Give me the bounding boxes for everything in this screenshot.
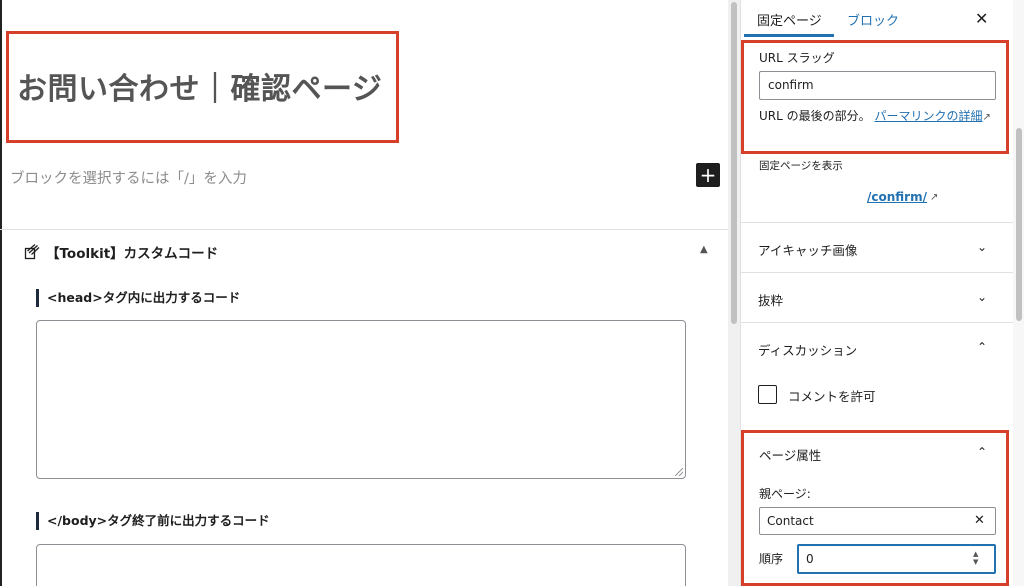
panel-excerpt[interactable]: 抜粋 ⌄ (741, 272, 1013, 322)
order-input[interactable]: 0 (797, 544, 996, 574)
url-slug-label: URL スラッグ (759, 51, 835, 65)
body-code-textarea[interactable] (36, 544, 686, 586)
external-link-icon: ↗ (982, 112, 991, 123)
page-title-highlight: お問い合わせ｜確認ページ (6, 31, 399, 143)
url-slug-help: URL の最後の部分。 パーマリンクの詳細↗ (759, 107, 999, 127)
sidebar-scrollbar-thumb[interactable] (1016, 128, 1022, 321)
panel-title: アイキャッチ画像 (758, 243, 858, 258)
meta-box-title: 【Toolkit】カスタムコード (46, 246, 219, 262)
settings-sidebar: 固定ページ ブロック ✕ URL スラッグ confirm URL の最後の部分… (740, 0, 1024, 586)
sidebar-scrollbar[interactable] (1013, 0, 1024, 586)
external-link-icon: ↗ (930, 192, 939, 203)
page-attributes-title[interactable]: ページ属性 (759, 445, 821, 464)
close-icon[interactable]: ✕ (975, 9, 988, 28)
page-attributes-section: ページ属性 ⌃ 親ページ: Contact ✕ 順序 0 ▲ ▼ (741, 430, 1009, 586)
active-tab-indicator (744, 34, 834, 37)
chevron-up-icon[interactable]: ⌃ (977, 340, 987, 354)
collapse-triangle-icon[interactable]: ▲ (700, 244, 708, 255)
chevron-down-icon[interactable]: ⌄ (977, 240, 987, 254)
plus-icon: + (699, 163, 717, 187)
tab-page[interactable]: 固定ページ (757, 10, 822, 29)
panel-title[interactable]: ディスカッション (758, 340, 857, 359)
toolkit-icon (24, 244, 40, 260)
editor-scrollbar[interactable] (728, 0, 740, 586)
allow-comments-label[interactable]: コメントを許可 (788, 386, 876, 405)
order-label: 順序 (759, 552, 784, 566)
chevron-down-icon[interactable]: ⌄ (977, 290, 987, 304)
allow-comments-checkbox[interactable] (758, 385, 777, 404)
view-page-link[interactable]: /confirm/ (867, 190, 927, 204)
clear-icon[interactable]: ✕ (974, 513, 985, 528)
parent-page-label: 親ページ: (759, 487, 811, 501)
head-code-label: <head>タグ内に出力するコード (36, 289, 240, 307)
tab-block[interactable]: ブロック (847, 10, 899, 29)
add-block-button[interactable]: + (696, 163, 720, 187)
meta-box-header[interactable]: 【Toolkit】カスタムコード (24, 242, 218, 262)
panel-title: 抜粋 (758, 293, 784, 308)
chevron-up-icon[interactable]: ⌃ (977, 445, 987, 459)
panel-discussion: ディスカッション ⌃ コメントを許可 (741, 322, 1013, 426)
block-placeholder[interactable]: ブロックを選択するには「/」を入力 (10, 167, 247, 188)
resize-grip-icon[interactable] (675, 468, 683, 476)
editor-canvas: お問い合わせ｜確認ページ ブロックを選択するには「/」を入力 + 【Toolki… (0, 0, 728, 586)
sidebar-tabs: 固定ページ ブロック ✕ (741, 0, 1013, 38)
view-page-label: 固定ページを表示 (759, 160, 843, 172)
url-slug-section: URL スラッグ confirm URL の最後の部分。 パーマリンクの詳細↗ (741, 40, 1009, 154)
permalink-details-link[interactable]: パーマリンクの詳細 (874, 109, 982, 123)
head-code-textarea[interactable] (36, 320, 686, 479)
body-code-label: </body>タグ終了前に出力するコード (36, 512, 270, 530)
parent-page-combobox[interactable]: Contact (759, 507, 996, 535)
panel-featured-image[interactable]: アイキャッチ画像 ⌄ (741, 222, 1013, 272)
spinner-icon[interactable]: ▲ ▼ (973, 550, 978, 566)
url-slug-input[interactable]: confirm (759, 71, 996, 100)
editor-scrollbar-thumb[interactable] (731, 2, 737, 324)
page-title[interactable]: お問い合わせ｜確認ページ (17, 64, 382, 108)
url-slug-help-text: URL の最後の部分。 (759, 109, 871, 123)
